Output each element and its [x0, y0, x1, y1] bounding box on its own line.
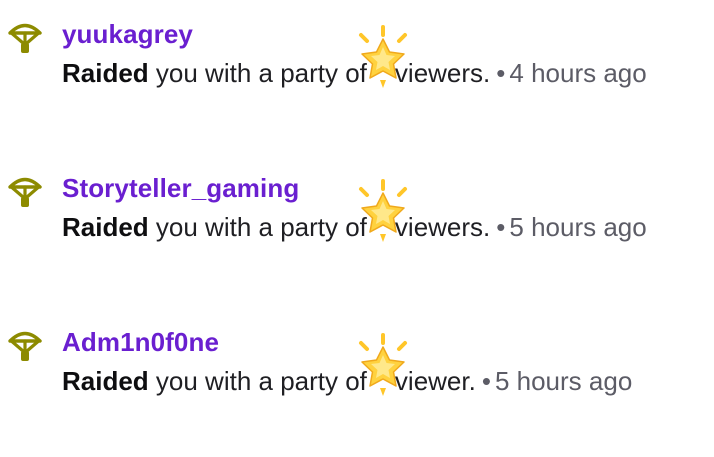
message-text: you with a party of	[148, 212, 367, 242]
raid-parachute-icon	[7, 174, 43, 210]
notification-item: yuukagrey Raided you with a party of vie…	[0, 14, 714, 154]
raid-message: Raided you with a party of viewer. • 5 hou…	[62, 333, 707, 400]
star-emoji-icon	[358, 25, 407, 88]
star-emoji-icon	[358, 333, 407, 396]
notification-item: Adm1n0f0ne Raided you with a party of vi…	[0, 322, 714, 457]
notification-item: Storyteller_gaming Raided you with a par…	[0, 168, 714, 308]
raid-action-label: Raided	[62, 212, 149, 242]
separator-dot: •	[481, 366, 491, 396]
star-emoji-icon	[358, 179, 407, 242]
raid-action-label: Raided	[62, 366, 149, 396]
raid-parachute-icon	[7, 20, 43, 56]
raid-parachute-icon	[7, 328, 43, 364]
raid-action-label: Raided	[62, 58, 149, 88]
timestamp: 5 hours ago	[509, 212, 647, 242]
timestamp: 5 hours ago	[494, 366, 633, 396]
raid-message: Raided you with a party of viewers. • 4 ho…	[62, 25, 707, 92]
separator-dot: •	[496, 58, 506, 88]
message-text: you with a party of	[148, 366, 367, 396]
separator-dot: •	[496, 212, 506, 242]
raid-notification-feed: yuukagrey Raided you with a party of vie…	[0, 0, 714, 457]
message-text: you with a party of	[148, 58, 367, 88]
raid-message: Raided you with a party of viewers. • 5 ho…	[62, 179, 707, 246]
timestamp: 4 hours ago	[509, 58, 647, 88]
